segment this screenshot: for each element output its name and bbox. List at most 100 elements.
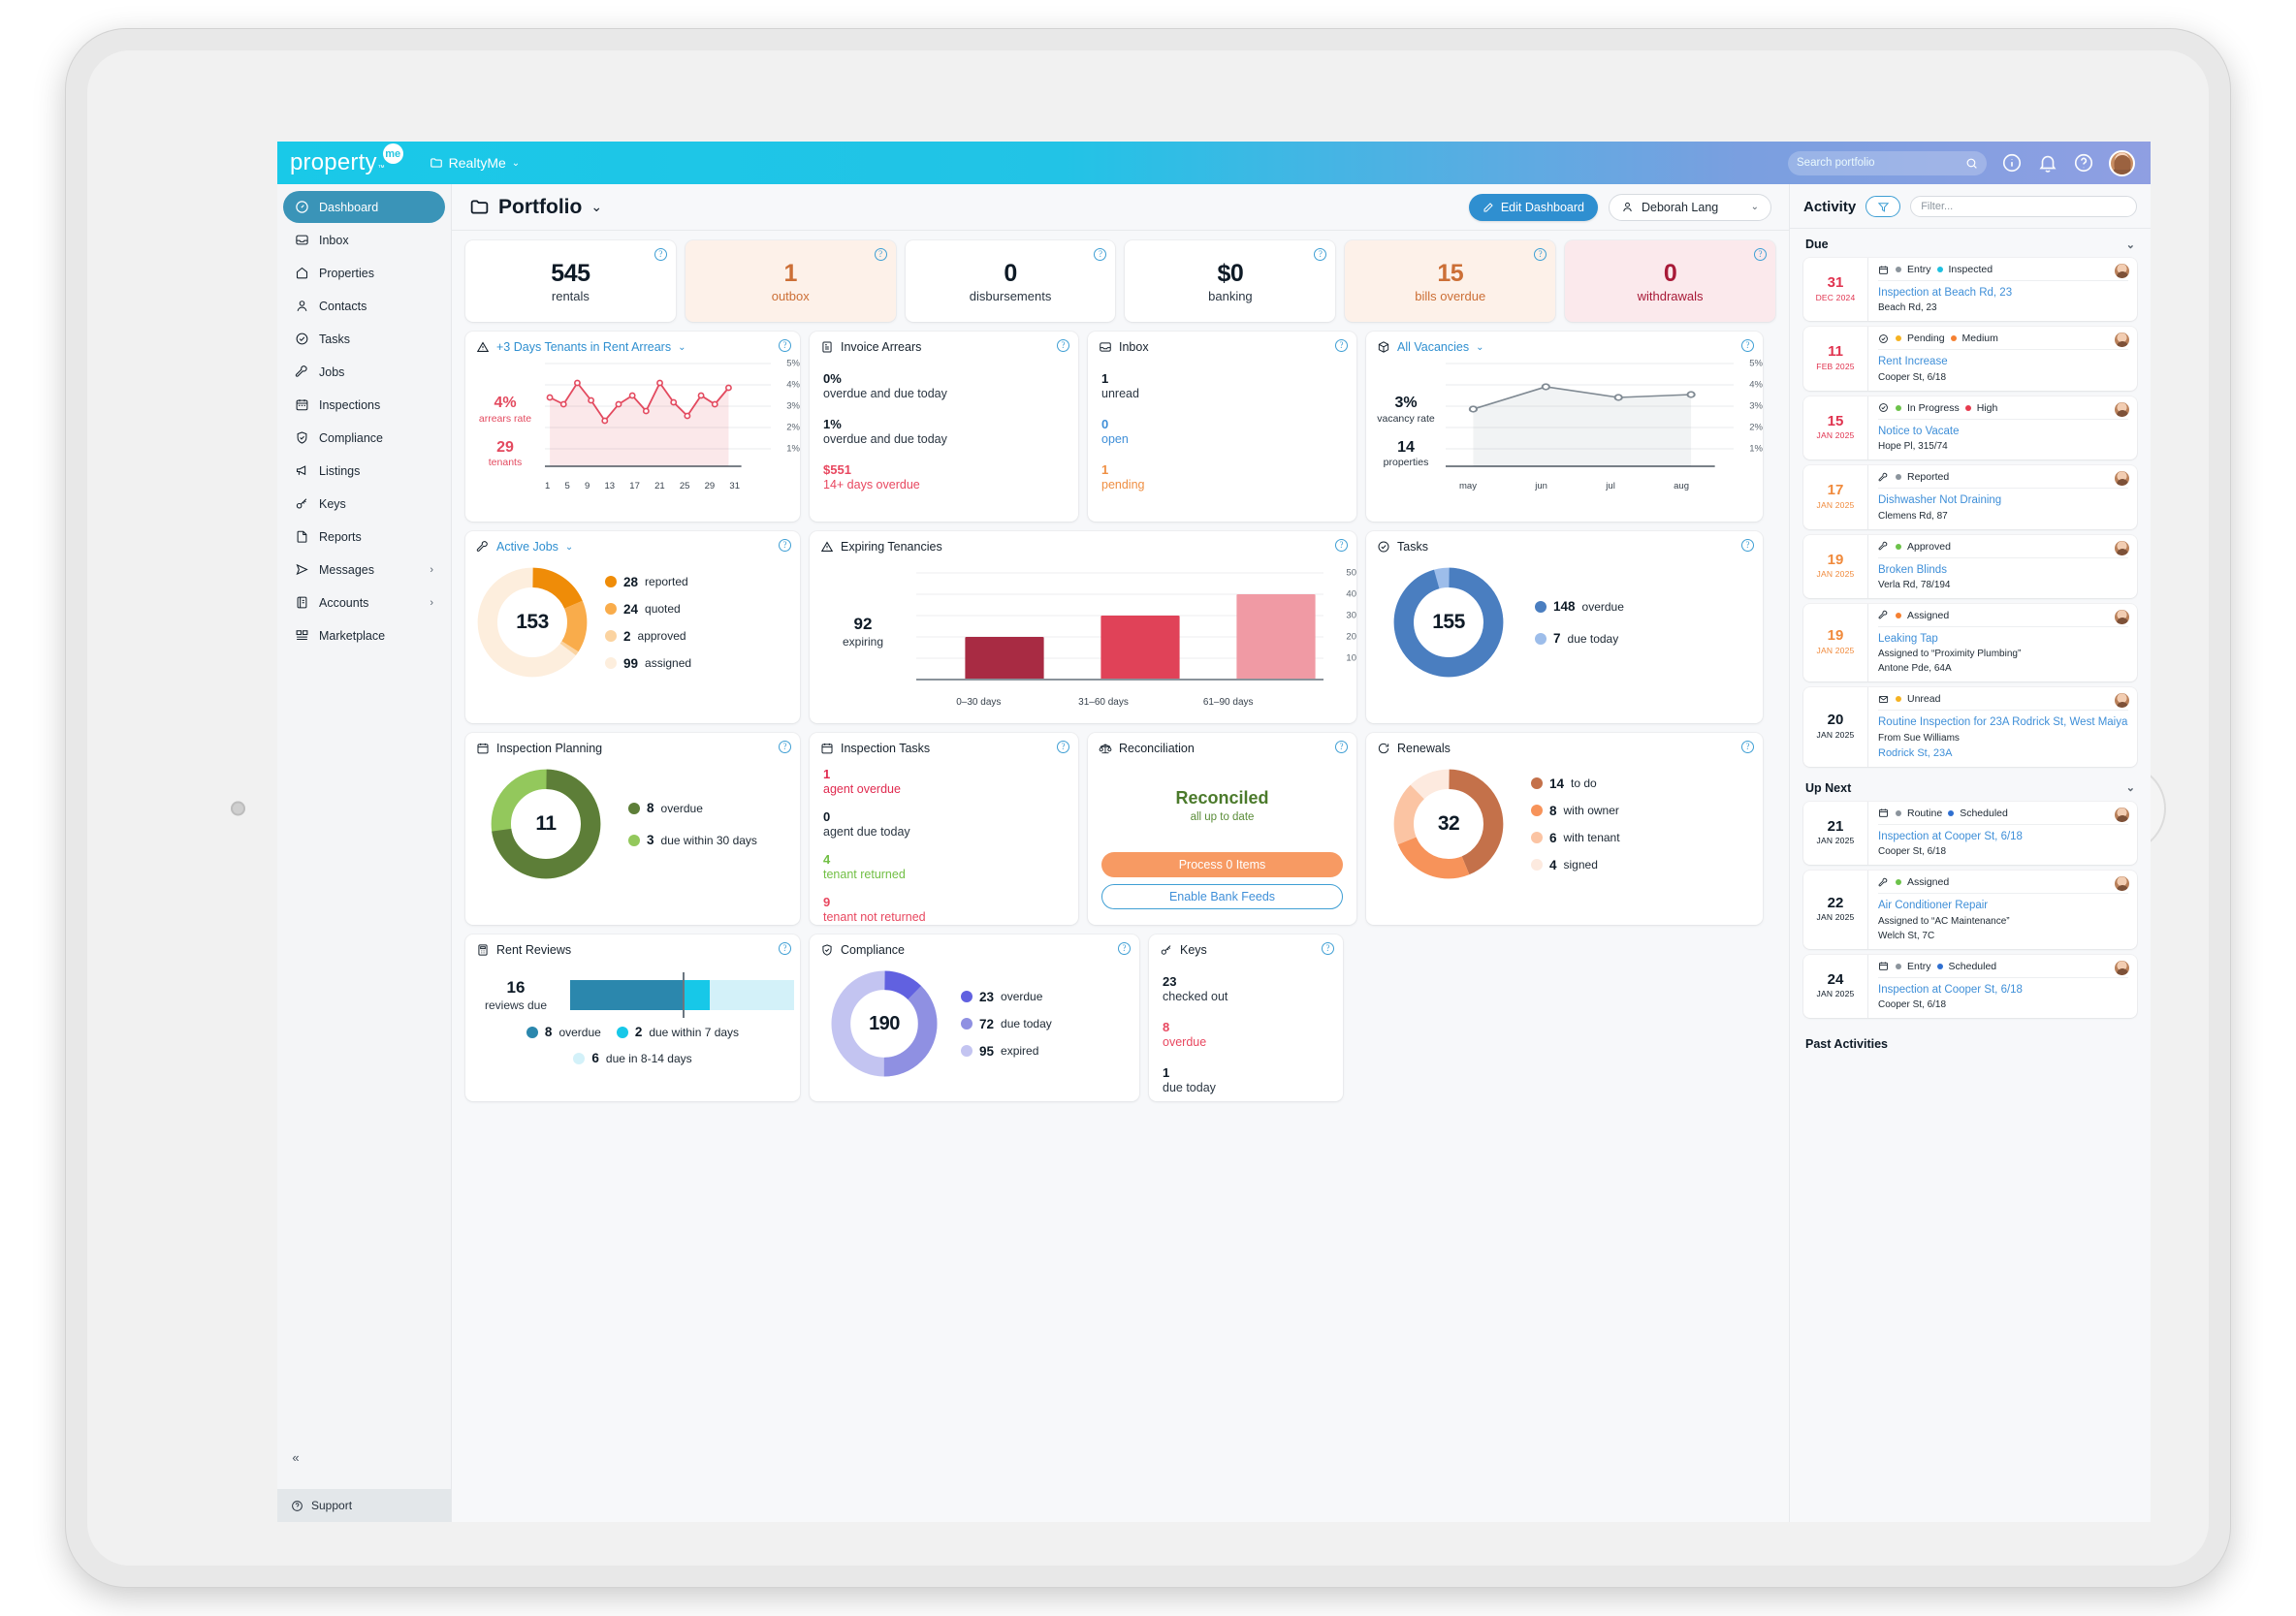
help-icon[interactable]: ? xyxy=(1741,539,1754,552)
chevron-down-icon[interactable]: ⌄ xyxy=(565,542,573,553)
x-tick: 25 xyxy=(679,481,690,491)
help-icon[interactable]: ? xyxy=(1335,741,1348,753)
legend-value: 28 xyxy=(623,574,639,589)
activity-item[interactable]: 22 JAN 2025 Assigned Air Conditioner Rep… xyxy=(1803,871,2137,949)
help-icon[interactable]: ? xyxy=(1094,248,1107,261)
enable-bank-feeds-button[interactable]: Enable Bank Feeds xyxy=(1101,884,1343,909)
edit-dashboard-button[interactable]: Edit Dashboard xyxy=(1468,193,1598,221)
avatar[interactable] xyxy=(2109,149,2135,176)
help-icon[interactable]: ? xyxy=(1335,339,1348,352)
activity-title-link[interactable]: Dishwasher Not Draining xyxy=(1878,493,2128,507)
help-icon[interactable]: ? xyxy=(1057,741,1069,753)
scales-icon xyxy=(1099,744,1112,754)
sidebar-item-dashboard[interactable]: Dashboard xyxy=(283,191,445,223)
kpi-bills-overdue[interactable]: ? 15 bills overdue xyxy=(1345,240,1556,322)
kpi-rentals[interactable]: ? 545 rentals xyxy=(465,240,676,322)
activity-item[interactable]: 31 DEC 2024 Entry Inspected Inspection a… xyxy=(1803,258,2137,322)
kpi-withdrawals[interactable]: ? 0 withdrawals xyxy=(1565,240,1775,322)
help-icon[interactable]: ? xyxy=(1322,942,1334,955)
tasks-donut: 155 xyxy=(1389,563,1508,681)
activity-title-link[interactable]: Inspection at Cooper St, 6/18 xyxy=(1878,830,2128,843)
legend-label: assigned xyxy=(645,656,692,670)
sidebar-item-listings[interactable]: Listings xyxy=(283,455,445,487)
org-switcher[interactable]: RealtyMe ⌄ xyxy=(430,155,520,171)
logo-text: property xyxy=(290,149,377,175)
info-icon[interactable] xyxy=(2001,152,2023,174)
chevron-down-icon[interactable]: ⌄ xyxy=(1476,342,1483,353)
widget-title[interactable]: +3 Days Tenants in Rent Arrears xyxy=(496,340,671,354)
widget-title[interactable]: Active Jobs xyxy=(496,540,558,554)
activity-title-link[interactable]: Air Conditioner Repair xyxy=(1878,899,2128,912)
help-icon[interactable]: ? xyxy=(779,539,791,552)
propertyme-logo[interactable]: property ™ me xyxy=(290,143,403,176)
sidebar-item-properties[interactable]: Properties xyxy=(283,257,445,289)
help-icon[interactable]: ? xyxy=(779,741,791,753)
activity-item[interactable]: 17 JAN 2025 Reported Dishwasher Not Drai… xyxy=(1803,465,2137,529)
help-icon[interactable]: ? xyxy=(1314,248,1327,261)
support-link[interactable]: Support xyxy=(277,1489,451,1522)
chevron-down-icon[interactable]: ⌄ xyxy=(590,199,602,215)
sidebar-item-inspections[interactable]: Inspections xyxy=(283,389,445,421)
activity-title-link[interactable]: Broken Blinds xyxy=(1878,563,2128,577)
help-icon[interactable]: ? xyxy=(779,339,791,352)
activity-title-link[interactable]: Inspection at Cooper St, 6/18 xyxy=(1878,983,2128,997)
activity-title-link[interactable]: Rent Increase xyxy=(1878,355,2128,368)
activity-subtitle-2[interactable]: Rodrick St, 23A xyxy=(1878,746,2128,760)
activity-item[interactable]: 21 JAN 2025 Routine Scheduled Inspection… xyxy=(1803,801,2137,866)
help-icon[interactable]: ? xyxy=(1534,248,1547,261)
widget-title[interactable]: All Vacancies xyxy=(1397,340,1469,354)
sidebar-item-contacts[interactable]: Contacts xyxy=(283,290,445,322)
activity-section-due[interactable]: Due ⌄ xyxy=(1790,229,2151,258)
sidebar-item-marketplace[interactable]: Marketplace xyxy=(283,619,445,651)
bar-marker xyxy=(682,972,685,1018)
search-input[interactable]: Search portfolio xyxy=(1788,150,1987,175)
filter-button[interactable] xyxy=(1866,196,1901,217)
activity-filter-input[interactable]: Filter... xyxy=(1910,196,2137,217)
chevron-down-icon[interactable]: ⌄ xyxy=(678,342,686,353)
user-selector[interactable]: Deborah Lang ⌄ xyxy=(1609,193,1771,221)
activity-item[interactable]: 19 JAN 2025 Assigned Leaking Tap Assigne… xyxy=(1803,603,2137,682)
help-icon[interactable]: ? xyxy=(1753,248,1767,261)
sidebar-item-keys[interactable]: Keys xyxy=(283,488,445,520)
page-title[interactable]: Portfolio ⌄ xyxy=(469,196,602,219)
help-icon[interactable]: ? xyxy=(1335,539,1348,552)
activity-item[interactable]: 15 JAN 2025 In Progress High Notice to V… xyxy=(1803,396,2137,460)
bar-segment-overdue xyxy=(570,980,683,1010)
activity-item[interactable]: 20 JAN 2025 Unread Routine Inspection fo… xyxy=(1803,687,2137,767)
activity-title-link[interactable]: Routine Inspection for 23A Rodrick St, W… xyxy=(1878,715,2128,729)
process-items-button[interactable]: Process 0 Items xyxy=(1101,852,1343,877)
past-activities-label[interactable]: Past Activities xyxy=(1790,1024,2151,1064)
activity-title-link[interactable]: Leaking Tap xyxy=(1878,632,2128,646)
activity-item[interactable]: 11 FEB 2025 Pending Medium Rent Increase… xyxy=(1803,327,2137,391)
activity-body: Reported Dishwasher Not Draining Clemens… xyxy=(1867,465,2137,529)
stat-value: 1 xyxy=(823,767,831,781)
activity-item[interactable]: 24 JAN 2025 Entry Scheduled Inspection a… xyxy=(1803,954,2137,1019)
activity-section-up-next[interactable]: Up Next ⌄ xyxy=(1790,773,2151,802)
kpi-disbursements[interactable]: ? 0 disbursements xyxy=(905,240,1116,322)
help-icon[interactable]: ? xyxy=(1057,339,1069,352)
sidebar-item-messages[interactable]: Messages › xyxy=(283,554,445,586)
help-icon[interactable]: ? xyxy=(1741,339,1754,352)
activity-title-link[interactable]: Inspection at Beach Rd, 23 xyxy=(1878,286,2128,300)
stat-value: 0 xyxy=(823,808,831,824)
help-icon[interactable]: ? xyxy=(779,942,791,955)
inspection-planning-donut: 11 xyxy=(487,765,605,883)
kpi-outbox[interactable]: ? 1 outbox xyxy=(685,240,896,322)
sidebar-item-accounts[interactable]: Accounts › xyxy=(283,586,445,618)
help-icon[interactable]: ? xyxy=(1118,942,1131,955)
stat-label: agent overdue xyxy=(823,782,901,797)
sidebar-item-tasks[interactable]: Tasks xyxy=(283,323,445,355)
help-icon[interactable]: ? xyxy=(654,248,667,261)
bell-icon[interactable] xyxy=(2037,152,2058,174)
sidebar-item-jobs[interactable]: Jobs xyxy=(283,356,445,388)
sidebar-collapse-button[interactable]: « xyxy=(285,1446,306,1468)
activity-title-link[interactable]: Notice to Vacate xyxy=(1878,425,2128,438)
kpi-banking[interactable]: ? $0 banking xyxy=(1125,240,1336,322)
activity-item[interactable]: 19 JAN 2025 Approved Broken Blinds Verla… xyxy=(1803,534,2137,598)
help-icon[interactable] xyxy=(2073,152,2094,174)
sidebar-item-inbox[interactable]: Inbox xyxy=(283,224,445,256)
sidebar-item-compliance[interactable]: Compliance xyxy=(283,422,445,454)
help-icon[interactable]: ? xyxy=(874,248,887,261)
help-icon[interactable]: ? xyxy=(1741,741,1754,753)
sidebar-item-reports[interactable]: Reports xyxy=(283,521,445,553)
